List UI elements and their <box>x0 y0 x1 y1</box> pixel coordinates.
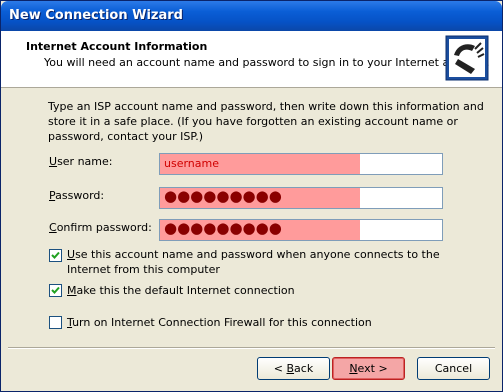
next-button[interactable]: Next > <box>332 357 405 380</box>
cancel-button[interactable]: Cancel <box>417 357 490 380</box>
confirm-password-label: Confirm password: <box>49 221 152 234</box>
default-connection-checkbox[interactable] <box>49 284 62 297</box>
confirm-password-field[interactable]: ●●●●●●●●● <box>159 219 443 241</box>
checkmark-icon <box>51 251 60 259</box>
use-for-all-checkbox[interactable] <box>49 249 62 262</box>
use-for-all-label[interactable]: Use this account name and password when … <box>67 247 467 277</box>
title-bar[interactable]: New Connection Wizard <box>1 1 502 31</box>
checkmark-icon <box>51 286 60 294</box>
header-title: Internet Account Information <box>26 40 208 53</box>
window-title: New Connection Wizard <box>9 8 183 23</box>
firewall-label[interactable]: Turn on Internet Connection Firewall for… <box>67 315 372 330</box>
username-value: username <box>164 157 219 170</box>
username-label: User name: <box>49 155 113 168</box>
password-value: ●●●●●●●●● <box>164 187 282 205</box>
instructions-text: Type an ISP account name and password, t… <box>48 100 484 143</box>
wizard-header: Internet Account Information You will ne… <box>1 31 502 88</box>
phone-connection-icon <box>445 35 489 81</box>
default-connection-label[interactable]: Make this the default Internet connectio… <box>67 283 295 298</box>
password-label: Password: <box>49 189 105 202</box>
firewall-checkbox[interactable] <box>49 316 62 329</box>
footer-separator <box>8 347 495 349</box>
header-subtitle: You will need an account name and passwo… <box>44 56 490 69</box>
password-field[interactable]: ●●●●●●●●● <box>159 187 443 209</box>
wizard-window: New Connection Wizard Internet Account I… <box>0 0 503 392</box>
confirm-password-value: ●●●●●●●●● <box>164 219 282 237</box>
username-field[interactable]: username <box>159 153 443 175</box>
back-button[interactable]: < Back <box>257 357 330 380</box>
